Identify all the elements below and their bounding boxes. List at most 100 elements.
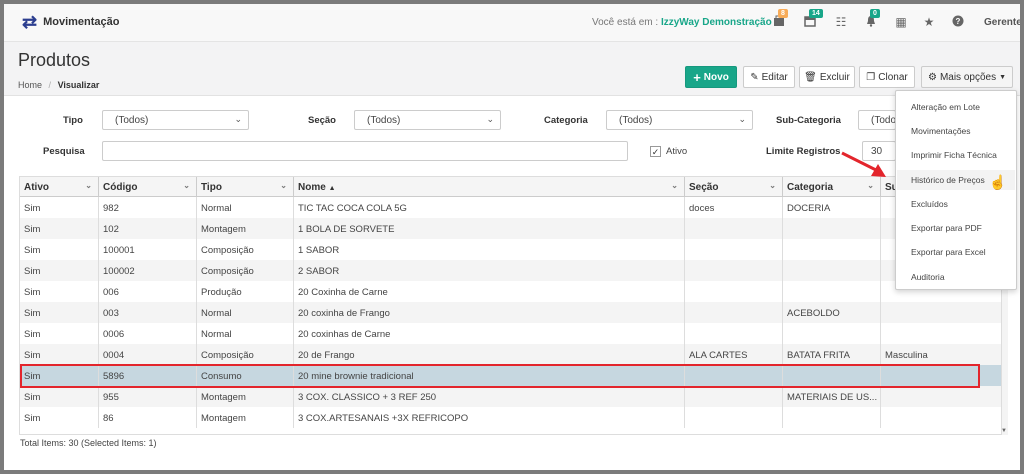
bell-badge: 0 <box>870 9 880 18</box>
products-grid: Ativo ⌄ Código ⌄ Tipo ⌄ Nome ▲ ⌄ Seção ⌄ Cate… <box>19 176 1002 435</box>
secao-label: Seção <box>308 115 336 126</box>
cell-ativo: Sim <box>20 239 99 260</box>
table-row[interactable]: Sim 0004 Composição 20 de Frango ALA CARTES B… <box>20 344 1001 365</box>
table-row[interactable]: Sim 86 Montagem 3 COX.ARTESANAIS +3X REFRIC… <box>20 407 1001 428</box>
table-row[interactable]: Sim 0006 Normal 20 coxinhas de Carne <box>20 323 1001 344</box>
location-name[interactable]: IzzyWay Demonstração <box>661 17 772 28</box>
table-row[interactable]: Sim 100001 Composição 1 SABOR <box>20 239 1001 260</box>
cell-secao <box>685 281 783 302</box>
scroll-down-icon[interactable]: ▼ <box>1001 428 1007 434</box>
cell-codigo: 982 <box>99 197 197 218</box>
cell-secao <box>685 260 783 281</box>
grid-header: Ativo ⌄ Código ⌄ Tipo ⌄ Nome ▲ ⌄ Seção ⌄ Cate… <box>20 177 1001 197</box>
subcategoria-select[interactable]: (Todo <box>858 110 896 130</box>
cell-tipo: Produção <box>197 281 294 302</box>
pesquisa-label: Pesquisa <box>43 146 85 157</box>
star-icon[interactable]: ★ <box>922 15 936 29</box>
schedule-icon[interactable]: ▦ <box>894 15 908 29</box>
cell-categoria <box>783 218 881 239</box>
bell-icon[interactable]: 0 <box>864 9 880 30</box>
menu-item-exportar-pdf[interactable]: Exportar para PDF <box>897 218 1015 238</box>
table-row[interactable]: Sim 100002 Composição 2 SABOR <box>20 260 1001 281</box>
chevron-down-icon: ⌄ <box>85 181 92 190</box>
tasks-icon[interactable]: ☷ <box>834 15 848 29</box>
column-header-label: Tipo <box>201 182 222 193</box>
column-header-nome[interactable]: Nome ▲ ⌄ <box>294 177 685 197</box>
delete-button[interactable]: 🗑 Excluir <box>799 66 855 88</box>
cell-tipo: Normal <box>197 323 294 344</box>
cell-codigo: 0006 <box>99 323 197 344</box>
ativo-checkbox[interactable]: ✓ <box>650 146 661 157</box>
column-header-secao[interactable]: Seção ⌄ <box>685 177 783 197</box>
search-input[interactable] <box>102 141 628 161</box>
cell-tipo: Composição <box>197 239 294 260</box>
menu-item-exportar-excel[interactable]: Exportar para Excel <box>897 242 1015 262</box>
cell-ativo: Sim <box>20 218 99 239</box>
chevron-down-icon: ⌄ <box>183 181 190 190</box>
table-row[interactable]: Sim 003 Normal 20 coxinha de Frango ACEBOLDO <box>20 302 1001 323</box>
orders-icon[interactable]: 8 <box>772 9 788 30</box>
tipo-select-value: (Todos) <box>115 115 149 126</box>
edit-button[interactable]: ✎ Editar <box>743 66 795 88</box>
clone-button[interactable]: ❐ Clonar <box>859 66 915 88</box>
column-header-tipo[interactable]: Tipo ⌄ <box>197 177 294 197</box>
menu-item-alteracao-em-lote[interactable]: Alteração em Lote <box>897 97 1015 117</box>
cell-secao <box>685 239 783 260</box>
user-menu[interactable]: Gerente <box>984 17 1020 28</box>
cell-ativo: Sim <box>20 344 99 365</box>
cell-nome: 3 COX. CLASSICO + 3 REF 250 <box>294 386 685 407</box>
cell-subcategoria <box>881 302 1001 323</box>
cell-nome: TIC TAC COCA COLA 5G <box>294 197 685 218</box>
menu-item-excluidos[interactable]: Excluídos <box>897 194 1015 214</box>
trash-icon: 🗑 <box>804 71 817 83</box>
breadcrumb: Home / Visualizar <box>18 80 99 90</box>
cell-secao <box>685 323 783 344</box>
help-icon[interactable]: ? <box>951 15 965 30</box>
cell-tipo: Normal <box>197 302 294 323</box>
table-row[interactable]: Sim 006 Produção 20 Coxinha de Carne <box>20 281 1001 302</box>
cell-categoria: ACEBOLDO <box>783 302 881 323</box>
cell-nome: 20 coxinhas de Carne <box>294 323 685 344</box>
new-button[interactable]: + Novo <box>685 66 737 88</box>
secao-select[interactable]: (Todos) ⌄ <box>354 110 501 130</box>
cell-tipo: Montagem <box>197 407 294 428</box>
cell-categoria <box>783 281 881 302</box>
tipo-label: Tipo <box>63 115 83 126</box>
delete-button-label: Excluir <box>819 71 850 83</box>
calendar-icon[interactable]: 14 <box>803 9 823 30</box>
menu-item-auditoria[interactable]: Auditoria <box>897 267 1015 287</box>
table-row[interactable]: Sim 955 Montagem 3 COX. CLASSICO + 3 REF 25… <box>20 386 1001 407</box>
sort-asc-icon: ▲ <box>328 185 336 192</box>
chevron-down-icon: ⌄ <box>738 114 746 124</box>
more-options-label: Mais opções <box>939 71 997 83</box>
table-row[interactable]: Sim 102 Montagem 1 BOLA DE SORVETE <box>20 218 1001 239</box>
cell-secao <box>685 407 783 428</box>
cell-ativo: Sim <box>20 302 99 323</box>
cell-codigo: 006 <box>99 281 197 302</box>
brand[interactable]: ⇄ Movimentação <box>22 13 120 31</box>
cell-categoria <box>783 260 881 281</box>
breadcrumb-home[interactable]: Home <box>18 80 42 90</box>
cell-codigo: 0004 <box>99 344 197 365</box>
cell-secao: doces <box>685 197 783 218</box>
app-title: Movimentação <box>43 16 120 28</box>
tipo-select[interactable]: (Todos) ⌄ <box>102 110 249 130</box>
pencil-icon: ✎ <box>750 71 759 83</box>
menu-item-imprimir-ficha-tecnica[interactable]: Imprimir Ficha Técnica <box>897 145 1015 165</box>
column-header-categoria[interactable]: Categoria ⌄ <box>783 177 881 197</box>
cell-secao <box>685 302 783 323</box>
menu-item-movimentacoes[interactable]: Movimentações <box>897 121 1015 141</box>
subcategoria-label: Sub-Categoria <box>776 115 841 126</box>
hand-cursor-icon: ☝ <box>989 174 1007 190</box>
orders-badge: 8 <box>778 9 788 18</box>
gear-icon: ⚙ <box>927 71 937 83</box>
cell-codigo: 955 <box>99 386 197 407</box>
more-options-button[interactable]: ⚙ Mais opções ▼ <box>921 66 1013 88</box>
categoria-select[interactable]: (Todos) ⌄ <box>606 110 753 130</box>
column-header-codigo[interactable]: Código ⌄ <box>99 177 197 197</box>
column-header-ativo[interactable]: Ativo ⌄ <box>20 177 99 197</box>
svg-text:?: ? <box>956 17 961 26</box>
cell-tipo: Montagem <box>197 218 294 239</box>
table-row[interactable]: Sim 982 Normal TIC TAC COCA COLA 5G doces DOC… <box>20 197 1001 218</box>
location-indicator: Você está em : IzzyWay Demonstração <box>592 17 772 28</box>
